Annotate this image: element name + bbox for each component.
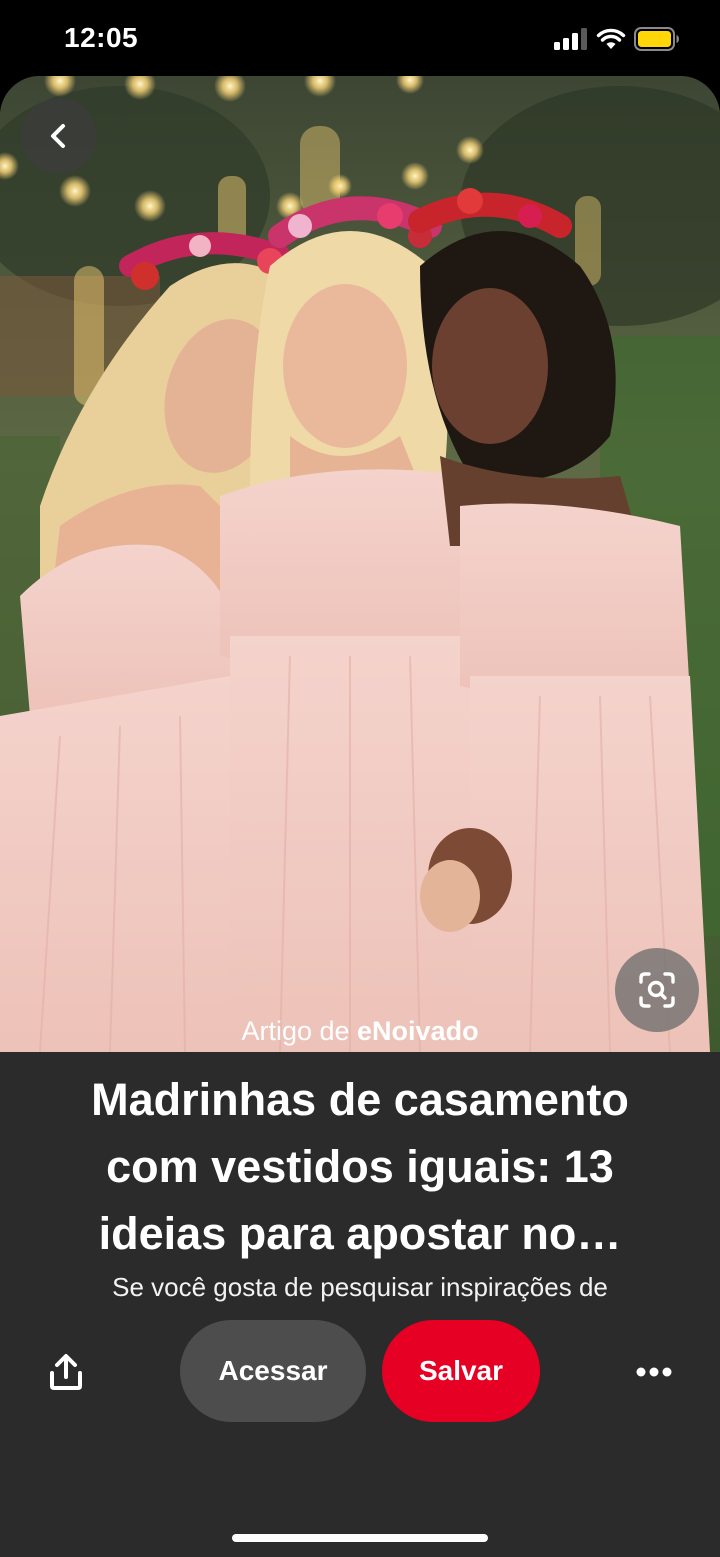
source-prefix: Artigo de: [241, 1016, 350, 1046]
more-icon: [636, 1367, 672, 1377]
pin-image-illustration: [0, 76, 720, 1052]
save-button[interactable]: Salvar: [382, 1320, 540, 1422]
status-time: 12:05: [64, 22, 139, 53]
source-name[interactable]: eNoivado: [357, 1016, 479, 1046]
description-fade: [0, 1300, 720, 1330]
pin-source[interactable]: Artigo de eNoivado: [0, 1016, 720, 1047]
share-icon: [50, 1354, 82, 1390]
wifi-icon: [596, 28, 626, 49]
more-options-button[interactable]: [628, 1346, 680, 1398]
chevron-left-icon: [51, 124, 65, 148]
pin-detail-screen: 12:05 Artigo de eNoivado Madrinhas de ca…: [0, 0, 720, 1557]
share-button[interactable]: [40, 1346, 92, 1398]
status-bar: 12:05: [0, 0, 720, 78]
visual-search-icon: [639, 972, 675, 1008]
pin-card: Artigo de eNoivado Madrinhas de casament…: [0, 76, 720, 1557]
pin-title: Madrinhas de casamento com vestidos igua…: [91, 1074, 629, 1259]
pin-image[interactable]: [0, 76, 720, 1052]
cellular-signal-icon: [554, 28, 588, 50]
battery-icon: [634, 27, 679, 51]
home-indicator[interactable]: [232, 1534, 488, 1542]
back-button[interactable]: [21, 98, 97, 174]
access-button[interactable]: Acessar: [180, 1320, 366, 1422]
